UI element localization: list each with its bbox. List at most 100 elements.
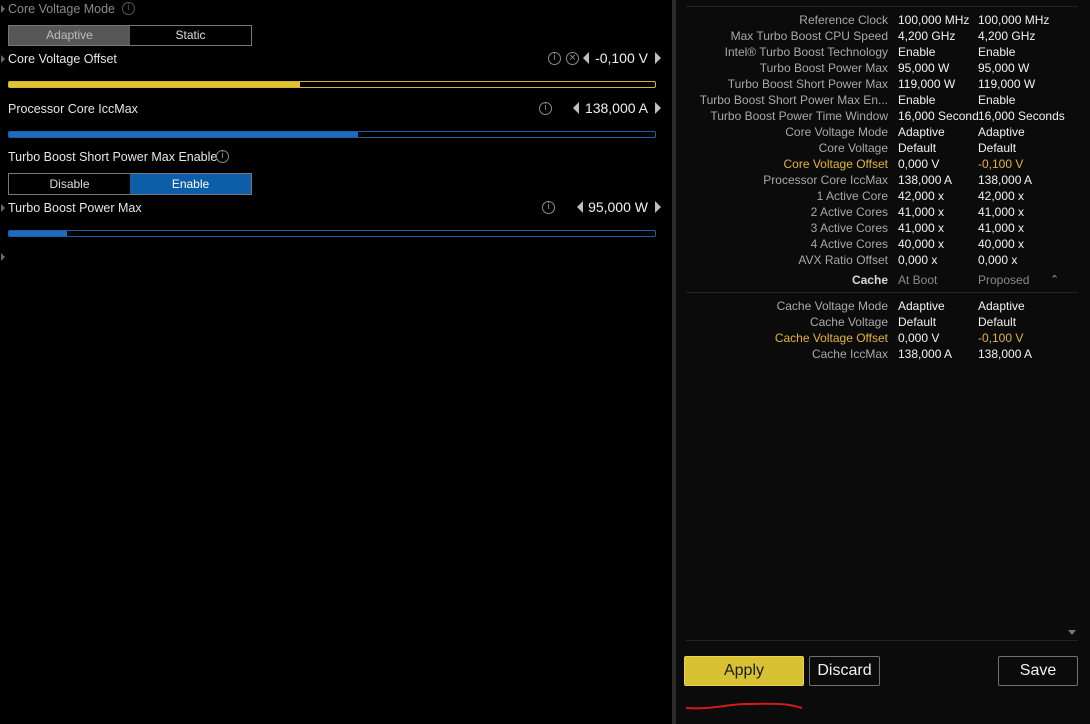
summary-row-at-boot: Adaptive — [898, 125, 945, 139]
summary-row-key: AVX Ratio Offset — [798, 253, 888, 267]
summary-row: Cache Voltage Default Default — [676, 315, 1090, 331]
slider-fill — [9, 82, 300, 87]
increment-arrow-icon[interactable] — [655, 102, 661, 114]
scroll-down-icon[interactable] — [1068, 630, 1076, 635]
summary-row-key: Reference Clock — [799, 13, 888, 27]
summary-row-key: Cache IccMax — [811, 347, 888, 361]
summary-row-proposed: 4,200 GHz — [978, 29, 1036, 43]
settings-panel: Core Voltage Mode i Adaptive Static Core… — [0, 0, 672, 724]
option-adaptive[interactable]: Adaptive — [9, 26, 130, 45]
summary-row-key: 3 Active Cores — [810, 221, 888, 235]
increment-arrow-icon[interactable] — [655, 201, 661, 213]
summary-row: Intel® Turbo Boost Technology Enable Enabl… — [676, 45, 1090, 61]
summary-row-key: Core Voltage — [818, 141, 888, 155]
core-voltage-offset-value[interactable]: -0,100 V — [592, 50, 648, 66]
slider-fill — [9, 231, 68, 236]
cache-title: Cache — [851, 273, 888, 287]
summary-row: Reference Clock 100,000 MHz 100,000 MHz — [676, 13, 1090, 29]
summary-row-proposed: Adaptive — [978, 125, 1025, 139]
decrement-arrow-icon[interactable] — [577, 201, 583, 213]
summary-row-at-boot: Default — [898, 141, 937, 155]
summary-row: 2 Active Cores 41,000 x 41,000 x — [676, 205, 1090, 221]
apply-button[interactable]: Apply — [684, 656, 804, 686]
option-disable[interactable]: Disable — [9, 174, 130, 194]
summary-row-proposed: Adaptive — [978, 299, 1025, 313]
turbo-boost-short-power-max-enable-toggle[interactable]: Disable Enable — [8, 173, 252, 195]
cache-section-header[interactable]: Cache At Boot Proposed ⌃ — [676, 273, 1090, 289]
summary-row-at-boot: 40,000 x — [898, 237, 945, 251]
expand-caret-icon[interactable] — [1, 55, 5, 63]
discard-button[interactable]: Discard — [809, 656, 880, 686]
increment-arrow-icon[interactable] — [655, 52, 661, 64]
summary-row: AVX Ratio Offset 0,000 x 0,000 x — [676, 253, 1090, 269]
turbo-boost-short-power-max-enable-label: Turbo Boost Short Power Max Enable — [8, 150, 218, 164]
summary-row: Turbo Boost Short Power Max En... Enable E… — [676, 93, 1090, 109]
save-button[interactable]: Save — [998, 656, 1078, 686]
summary-row-key: Turbo Boost Power Max — [759, 61, 888, 75]
column-proposed: Proposed — [978, 273, 1030, 287]
info-icon[interactable]: i — [539, 102, 552, 115]
summary-row-at-boot: 138,000 A — [898, 173, 953, 187]
summary-row: 1 Active Core 42,000 x 42,000 x — [676, 189, 1090, 205]
option-enable[interactable]: Enable — [130, 174, 251, 194]
summary-row-at-boot: 16,000 Seconds — [898, 109, 978, 123]
core-voltage-offset-slider[interactable] — [8, 81, 656, 88]
separator — [686, 292, 1078, 293]
summary-row-proposed: 16,000 Seconds — [978, 109, 1065, 123]
summary-row: Cache Voltage Offset 0,000 V -0,100 V — [676, 331, 1090, 347]
expand-caret-icon[interactable] — [1, 204, 5, 212]
summary-row: 3 Active Cores 41,000 x 41,000 x — [676, 221, 1090, 237]
processor-core-iccmax-value[interactable]: 138,000 A — [582, 100, 648, 116]
summary-row-proposed: -0,100 V — [978, 331, 1024, 345]
turbo-boost-power-max-label: Turbo Boost Power Max — [8, 201, 142, 215]
info-icon[interactable]: i — [216, 150, 229, 163]
summary-row-at-boot: Default — [898, 315, 937, 329]
chevron-up-icon[interactable]: ⌃ — [1050, 273, 1059, 286]
turbo-boost-power-max-value[interactable]: 95,000 W — [586, 199, 648, 215]
core-voltage-offset-label: Core Voltage Offset — [8, 52, 117, 66]
summary-row-proposed: 42,000 x — [978, 189, 1025, 203]
processor-core-iccmax-slider[interactable] — [8, 131, 656, 138]
info-icon[interactable]: i — [542, 201, 555, 214]
summary-row: Core Voltage Offset 0,000 V -0,100 V — [676, 157, 1090, 173]
core-voltage-mode-label: Core Voltage Mode — [8, 2, 116, 16]
summary-row: Max Turbo Boost CPU Speed 4,200 GHz 4,200 … — [676, 29, 1090, 45]
option-static[interactable]: Static — [130, 26, 251, 45]
summary-row-at-boot: 0,000 V — [898, 157, 940, 171]
summary-row-proposed: Enable — [978, 45, 1016, 59]
summary-row-proposed: 138,000 A — [978, 347, 1033, 361]
summary-row: 4 Active Cores 40,000 x 40,000 x — [676, 237, 1090, 253]
expand-caret-icon[interactable] — [1, 253, 5, 261]
processor-core-iccmax-label: Processor Core IccMax — [8, 102, 138, 116]
turbo-boost-power-max-slider[interactable] — [8, 230, 656, 237]
separator — [686, 6, 1078, 7]
reset-x-icon[interactable]: × — [566, 52, 579, 65]
summary-row-at-boot: 41,000 x — [898, 205, 945, 219]
summary-row: Cache Voltage Mode Adaptive Adaptive — [676, 299, 1090, 315]
summary-row-at-boot: 42,000 x — [898, 189, 945, 203]
summary-row-proposed: Default — [978, 141, 1017, 155]
summary-row: Turbo Boost Power Max 95,000 W 95,000 W — [676, 61, 1090, 77]
core-voltage-mode-toggle[interactable]: Adaptive Static — [8, 25, 252, 46]
decrement-arrow-icon[interactable] — [573, 102, 579, 114]
summary-row-at-boot: 0,000 x — [898, 253, 938, 267]
summary-row-proposed: Default — [978, 315, 1017, 329]
summary-row-at-boot: Enable — [898, 93, 936, 107]
info-icon[interactable]: i — [548, 52, 561, 65]
summary-row: Turbo Boost Power Time Window 16,000 Seco… — [676, 109, 1090, 125]
summary-row-proposed: 41,000 x — [978, 205, 1025, 219]
summary-row: Turbo Boost Short Power Max 119,000 W 119,… — [676, 77, 1090, 93]
summary-row-proposed: -0,100 V — [978, 157, 1024, 171]
info-icon[interactable]: i — [122, 2, 135, 15]
expand-caret-icon[interactable] — [1, 5, 5, 13]
summary-row-key: Cache Voltage — [809, 315, 888, 329]
summary-row-at-boot: 0,000 V — [898, 331, 940, 345]
summary-row-proposed: 41,000 x — [978, 221, 1025, 235]
summary-row-key: Cache Voltage Mode — [776, 299, 888, 313]
decrement-arrow-icon[interactable] — [583, 52, 589, 64]
summary-row-key: Core Voltage Offset — [783, 157, 888, 171]
summary-row-proposed: Enable — [978, 93, 1016, 107]
summary-row-at-boot: 119,000 W — [898, 77, 956, 91]
summary-row: Core Voltage Mode Adaptive Adaptive — [676, 125, 1090, 141]
summary-row-proposed: 95,000 W — [978, 61, 1030, 75]
